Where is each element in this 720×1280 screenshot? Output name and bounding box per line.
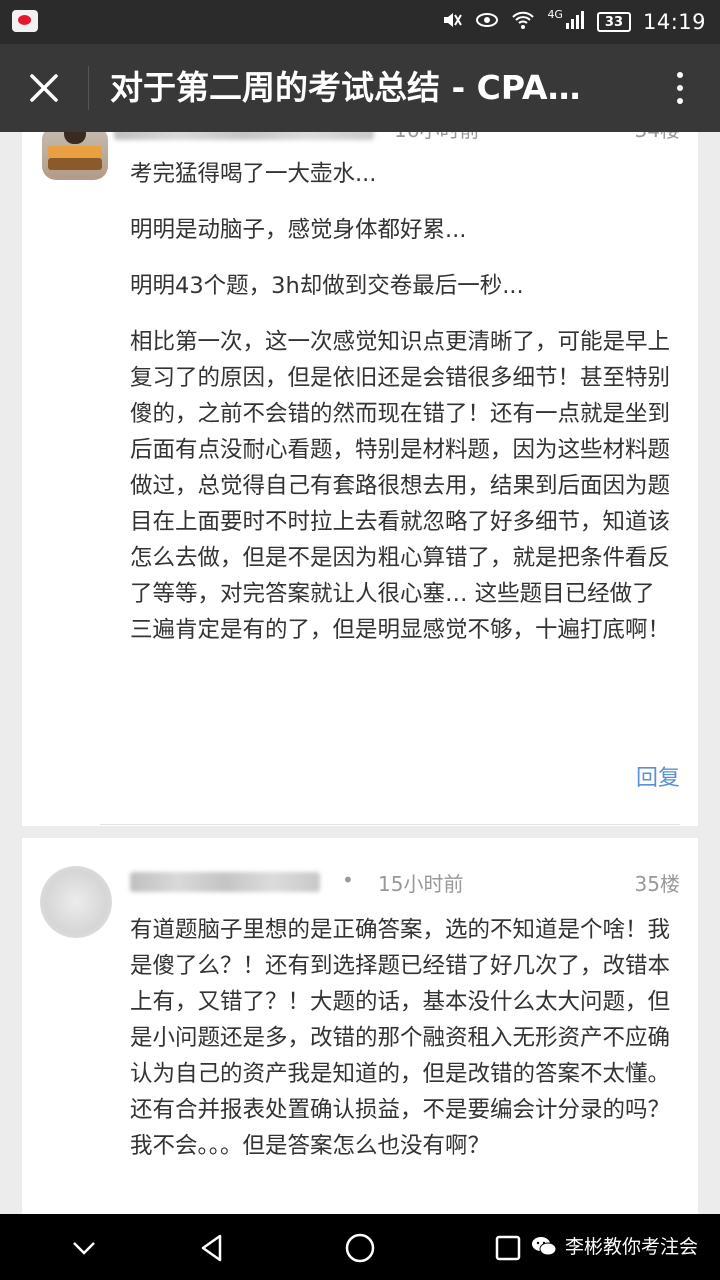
wifi-icon [511, 9, 535, 36]
title-bar: 对于第二周的考试总结 - CPA… [0, 44, 720, 132]
square-icon [495, 1235, 521, 1261]
more-dot-icon [677, 85, 683, 91]
home-button[interactable] [340, 1228, 380, 1268]
avatar[interactable] [42, 132, 108, 180]
watermark: 李彬教你考注会 [531, 1232, 698, 1259]
weibo-app-icon [12, 10, 38, 32]
signal-icon [565, 9, 585, 36]
back-button[interactable] [192, 1228, 232, 1268]
comment-floor: 35楼 [634, 872, 680, 896]
comment-paragraph: 有道题脑子里想的是正确答案，选的不知道是个啥！我是傻了么？！还有到选择题已经错了… [130, 917, 671, 1159]
more-dot-icon [677, 98, 683, 104]
username-blurred[interactable] [130, 872, 320, 892]
system-nav-bar: 李彬教你考注会 [0, 1214, 720, 1280]
reply-button[interactable]: 回复 [636, 760, 680, 792]
mute-icon [441, 9, 463, 36]
more-menu-button[interactable] [660, 66, 700, 110]
comment-paragraph: 明明43个题，3h却做到交卷最后一秒... [130, 273, 524, 299]
clock: 14:19 [642, 10, 706, 34]
comment-floor: 34楼 [635, 132, 680, 143]
comment-card: 16小时前 34楼 考完猛得喝了一大壶水... 明明是动脑子，感觉身体都好累..… [22, 132, 698, 826]
home-circle-icon [345, 1233, 375, 1263]
close-button[interactable] [20, 64, 68, 112]
status-bar: 4G 33 14:19 [0, 0, 720, 44]
battery-level: 33 [596, 12, 631, 32]
comment-paragraph: 考完猛得喝了一大壶水... [130, 161, 377, 187]
recents-button[interactable] [488, 1228, 528, 1268]
username-blurred[interactable] [114, 132, 374, 140]
more-dot-icon [677, 72, 683, 78]
status-icons: 4G 33 14:19 [441, 0, 706, 44]
comment-divider [100, 824, 680, 825]
comment-paragraph: 相比第一次，这一次感觉知识点更清晰了，可能是早上复习了的原因，但是依旧还是会错很… [130, 329, 671, 643]
network-type: 4G [547, 7, 563, 21]
comment-card: • 15小时前 35楼 有道题脑子里想的是正确答案，选的不知道是个啥！我是傻了么… [22, 838, 698, 1214]
comment-time: 15小时前 [378, 872, 464, 896]
avatar[interactable] [40, 866, 112, 938]
watermark-text: 李彬教你考注会 [564, 1236, 698, 1258]
eye-icon [475, 9, 499, 36]
close-icon [30, 74, 58, 102]
comment-list[interactable]: 16小时前 34楼 考完猛得喝了一大壶水... 明明是动脑子，感觉身体都好累..… [0, 132, 720, 1214]
comment-paragraph: 明明是动脑子，感觉身体都好累... [130, 217, 467, 243]
chevron-down-icon [73, 1242, 95, 1255]
wechat-icon [531, 1236, 557, 1255]
back-triangle-icon [201, 1234, 222, 1262]
page-title: 对于第二周的考试总结 - CPA… [110, 68, 581, 107]
title-divider [88, 66, 89, 110]
hide-nav-button[interactable] [64, 1228, 104, 1268]
comment-time: 16小时前 [394, 132, 479, 143]
meta-separator: • [342, 868, 354, 892]
